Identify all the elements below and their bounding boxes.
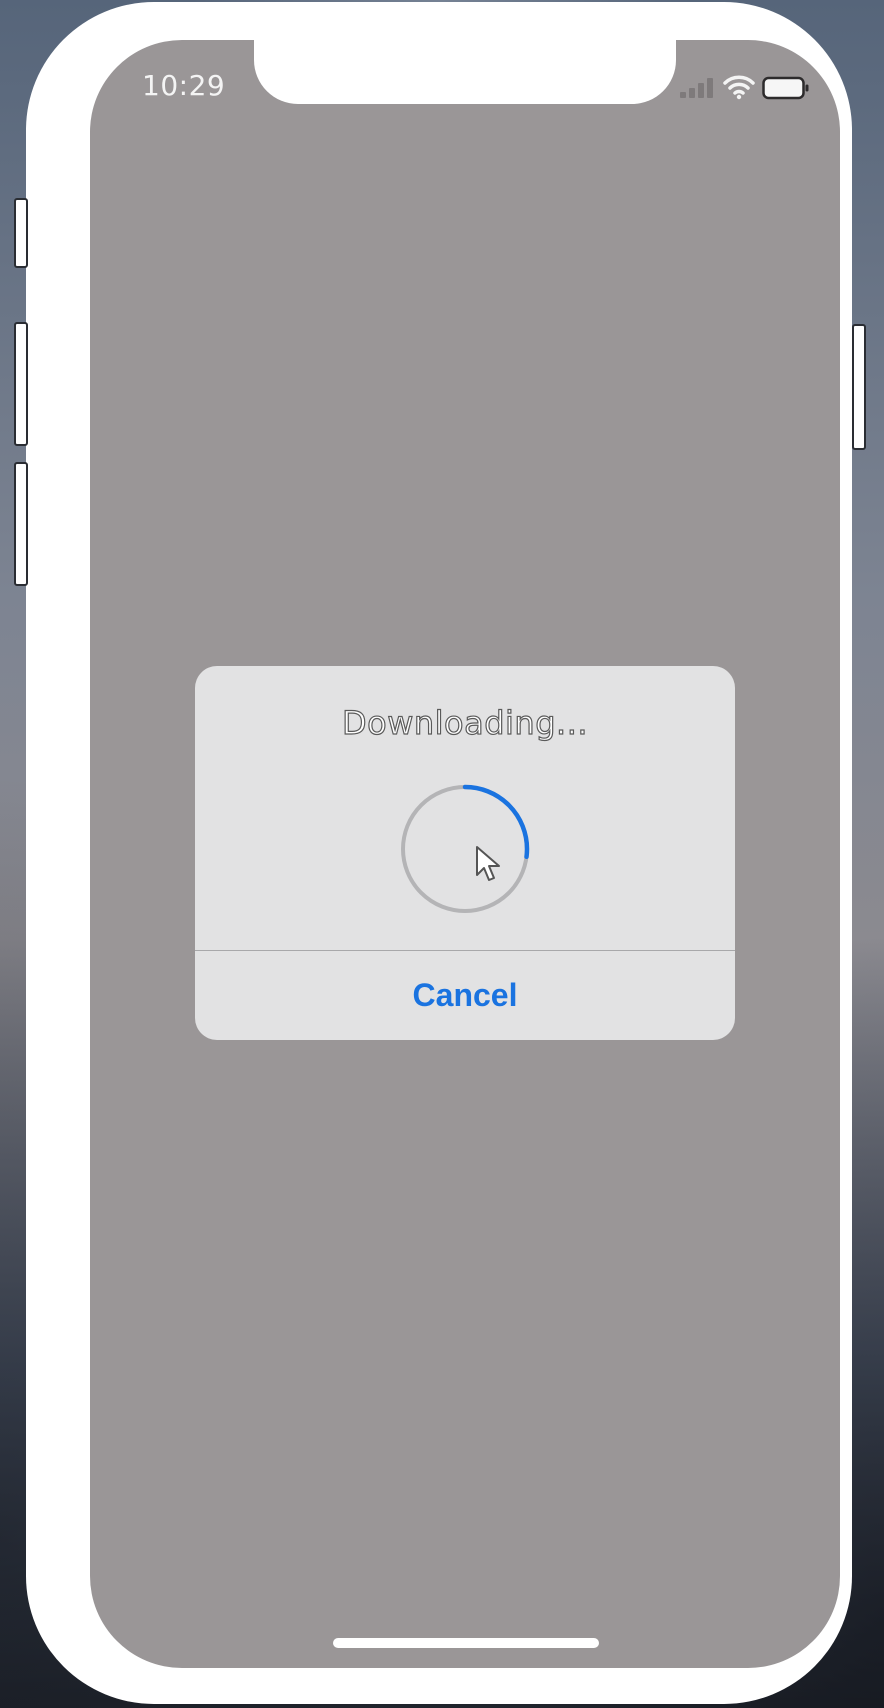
battery-icon	[762, 76, 809, 100]
volume-down-button	[14, 462, 28, 586]
home-indicator[interactable]	[333, 1638, 599, 1648]
signal-icon	[680, 78, 713, 98]
power-button	[852, 324, 866, 450]
wifi-icon	[723, 75, 755, 100]
screen: 10:29 Downloading... Cancel	[90, 40, 840, 1668]
download-alert: Downloading... Cancel	[195, 666, 735, 1040]
cancel-button[interactable]: Cancel	[195, 951, 735, 1040]
mute-switch	[14, 198, 28, 268]
progress-ring	[400, 784, 530, 914]
alert-title: Downloading...	[341, 703, 589, 742]
mouse-pointer-icon	[476, 846, 500, 881]
notch	[254, 40, 676, 104]
status-time: 10:29	[142, 69, 226, 102]
device-frame: 10:29 Downloading... Cancel	[14, 2, 866, 1704]
volume-up-button	[14, 322, 28, 446]
